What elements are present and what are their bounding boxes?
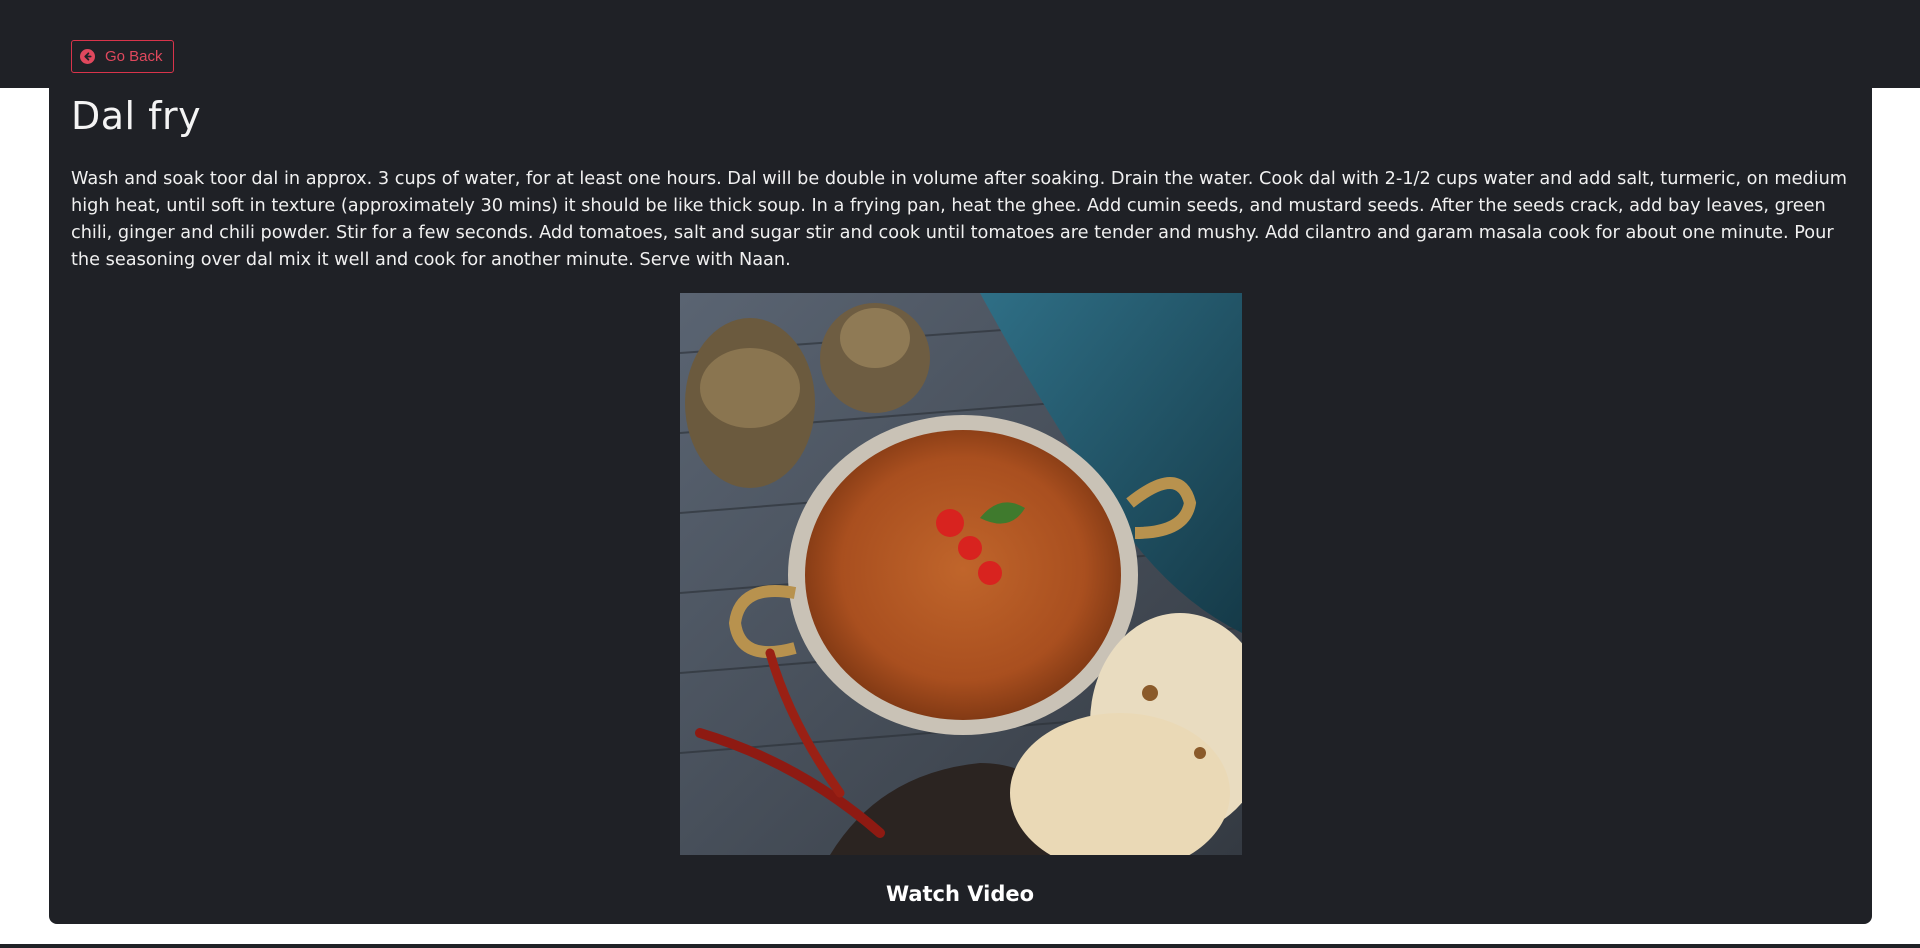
watch-video-link[interactable]: Watch Video <box>0 882 1920 906</box>
go-back-label: Go Back <box>105 48 163 65</box>
bottom-strip <box>0 944 1920 948</box>
go-back-button[interactable]: Go Back <box>71 40 174 73</box>
recipe-photo <box>680 293 1242 855</box>
arrow-left-circle-icon <box>80 49 95 64</box>
recipe-description: Wash and soak toor dal in approx. 3 cups… <box>71 169 1848 270</box>
top-bar <box>0 0 1920 88</box>
recipe-title: Dal fry <box>71 94 202 138</box>
